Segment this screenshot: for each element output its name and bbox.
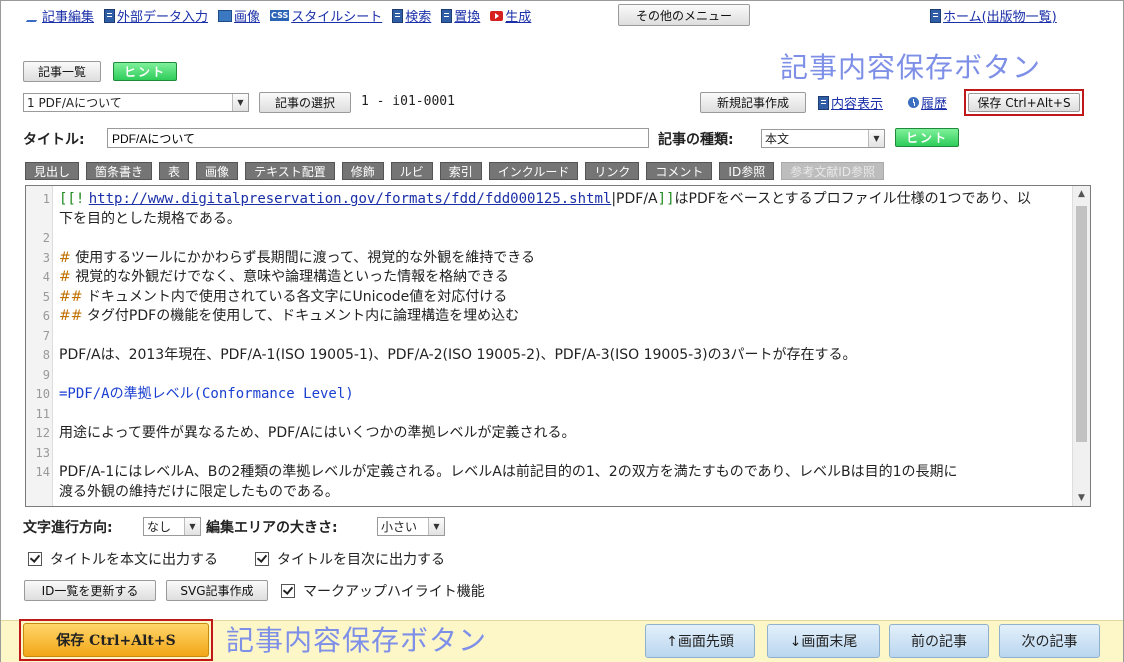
history-link[interactable]: 履歴 — [908, 93, 947, 112]
article-editor[interactable]: 1 [[! http://www.digitalpreservation.gov/… — [25, 185, 1091, 507]
editor-line: 9 — [42, 367, 50, 382]
hint-button-2[interactable]: ヒント — [895, 128, 959, 147]
editor-line: 下を目的とした規格である。 — [59, 210, 241, 227]
editor-line: 11 — [35, 406, 50, 421]
document-icon — [392, 8, 404, 23]
toolbar-text-align[interactable]: テキスト配置 — [245, 162, 335, 180]
image-icon — [218, 9, 233, 22]
document-icon — [441, 8, 453, 23]
css-icon: CSS — [270, 10, 290, 21]
scroll-down-icon[interactable]: ▼ — [1073, 490, 1090, 506]
save-button-callout-bottom: 記事内容保存ボタン — [226, 624, 488, 657]
nav-generate[interactable]: 生成 — [490, 6, 531, 25]
title-in-body-option[interactable]: タイトルを本文に出力する — [28, 549, 218, 569]
editor-line: 8 PDF/Aは、2013年現在、PDF/A-1(ISO 19005-1)、PDF… — [42, 347, 857, 363]
other-menu-button[interactable]: その他のメニュー — [618, 4, 750, 26]
markup-highlight-option[interactable]: マークアップハイライト機能 — [281, 581, 485, 601]
nav-search[interactable]: 検索 — [392, 6, 431, 25]
previous-article-button[interactable]: 前の記事 — [889, 624, 989, 658]
toolbar-heading[interactable]: 見出し — [25, 162, 80, 180]
text-direction-select[interactable]: なし ▼ — [143, 517, 201, 536]
scroll-to-bottom-button[interactable]: ↓画面末尾 — [767, 624, 880, 658]
editor-line: 15 — [26, 502, 1072, 506]
article-list-button[interactable]: 記事一覧 — [23, 61, 101, 82]
editor-line: 7 — [42, 328, 50, 343]
document-icon — [818, 95, 829, 110]
next-article-button[interactable]: 次の記事 — [999, 624, 1100, 658]
toolbar-comment[interactable]: コメント — [646, 162, 713, 180]
toolbar-id-ref[interactable]: ID参照 — [719, 162, 775, 180]
toolbar-decoration[interactable]: 修飾 — [341, 162, 384, 180]
scroll-to-top-button[interactable]: ↑画面先頭 — [645, 624, 755, 658]
text-direction-label: 文字進行方向: — [23, 520, 113, 536]
nav-replace[interactable]: 置換 — [441, 6, 480, 25]
editor-line: 2 — [42, 231, 50, 245]
new-article-button[interactable]: 新規記事作成 — [700, 92, 806, 113]
article-type-label: 記事の種類: — [658, 132, 734, 148]
title-in-body-checkbox[interactable] — [28, 552, 42, 566]
save-button-highlight: 保存 Ctrl+Alt+S — [964, 89, 1084, 116]
update-id-list-button[interactable]: ID一覧を更新する — [24, 580, 156, 601]
save-button-bottom[interactable]: 保存 Ctrl+Alt+S — [23, 623, 209, 657]
article-type-select[interactable]: 本文 ▼ — [761, 129, 885, 148]
toolbar-ruby[interactable]: ルビ — [390, 162, 433, 180]
save-button-highlight-bottom: 保存 Ctrl+Alt+S — [19, 619, 213, 661]
toolbar-include[interactable]: インクルード — [488, 162, 579, 180]
editor-line: 12 用途によって要件が異なるため、PDF/Aにはいくつかの準拠レベルが定義される… — [35, 425, 576, 441]
chevron-down-icon: ▼ — [232, 94, 248, 111]
hint-button[interactable]: ヒント — [113, 62, 177, 81]
editor-line: 5 ## ドキュメント内で使用されている各文字にUnicode値を対応付ける — [42, 288, 508, 305]
editor-content[interactable]: 1 [[! http://www.digitalpreservation.gov/… — [26, 190, 1072, 506]
chevron-down-icon: ▼ — [868, 130, 884, 147]
chevron-down-icon: ▼ — [428, 518, 444, 535]
scroll-up-icon[interactable]: ▲ — [1073, 186, 1090, 202]
editor-size-label: 編集エリアの大きさ: — [206, 520, 338, 536]
title-input[interactable] — [107, 128, 649, 148]
toolbar-table[interactable]: 表 — [159, 162, 190, 180]
editor-line: 14 PDF/A-1にはレベルA、Bの2種類の準拠レベルが定義される。レベルAは前… — [35, 464, 958, 480]
document-icon — [930, 8, 941, 23]
toolbar-image[interactable]: 画像 — [196, 162, 239, 180]
title-in-toc-checkbox[interactable] — [255, 552, 269, 566]
title-label: タイトル: — [23, 132, 85, 148]
preview-link[interactable]: 内容表示 — [818, 93, 883, 112]
clock-icon — [908, 97, 919, 108]
markup-toolbar: 見出し 箇条書き 表 画像 テキスト配置 修飾 ルビ 索引 インクルード リンク… — [25, 162, 884, 180]
editor-line: 6 ## タグ付PDFの機能を使用して、ドキュメント内に論理構造を埋め込む — [42, 308, 520, 324]
toolbar-link[interactable]: リンク — [585, 162, 640, 180]
chevron-down-icon: ▼ — [184, 518, 200, 535]
editor-line: 10 =PDF/Aの準拠レベル(Conformance Level) — [35, 386, 354, 402]
save-button-top[interactable]: 保存 Ctrl+Alt+S — [968, 93, 1080, 112]
top-nav: 記事編集 外部データ入力 画像 CSS スタイルシート 検索 置換 生成 — [25, 6, 541, 25]
save-button-callout: 記事内容保存ボタン — [780, 51, 1042, 84]
select-article-button[interactable]: 記事の選択 — [259, 92, 351, 113]
home-link[interactable]: ホーム(出版物一覧) — [930, 6, 1057, 25]
editor-line: 3 # 使用するツールにかかわらず長期間に渡って、視覚的な外観を維持できる — [42, 249, 535, 266]
toolbar-index[interactable]: 索引 — [439, 162, 482, 180]
play-icon — [490, 10, 504, 21]
article-id: 1 - i01-0001 — [361, 94, 455, 109]
article-select[interactable]: 1 PDF/Aについて ▼ — [23, 93, 249, 112]
nav-edit-article[interactable]: 記事編集 — [25, 6, 94, 25]
editor-line: 渡る外観の維持だけに限定したものである。 — [59, 483, 339, 500]
editor-line: 13 — [35, 445, 50, 460]
markup-highlight-checkbox[interactable] — [281, 584, 295, 598]
create-svg-article-button[interactable]: SVG記事作成 — [166, 580, 268, 601]
title-in-toc-option[interactable]: タイトルを目次に出力する — [255, 549, 445, 569]
scrollbar-thumb[interactable] — [1076, 206, 1087, 442]
editor-scrollbar[interactable]: ▲ ▼ — [1072, 186, 1090, 506]
editor-size-select[interactable]: 小さい ▼ — [377, 517, 445, 536]
editor-line: 1 [[! http://www.digitalpreservation.gov/… — [42, 191, 1031, 207]
document-icon — [104, 8, 116, 23]
nav-stylesheet[interactable]: CSS スタイルシート — [270, 6, 382, 25]
nav-external-data[interactable]: 外部データ入力 — [104, 6, 208, 25]
toolbar-bullets[interactable]: 箇条書き — [86, 162, 153, 180]
nav-images[interactable]: 画像 — [218, 6, 260, 25]
editor-line: 4 # 視覚的な外観だけでなく、意味や論理構造といった情報を格納できる — [42, 269, 509, 285]
toolbar-bib-id-ref: 参考文献ID参照 — [781, 162, 884, 180]
